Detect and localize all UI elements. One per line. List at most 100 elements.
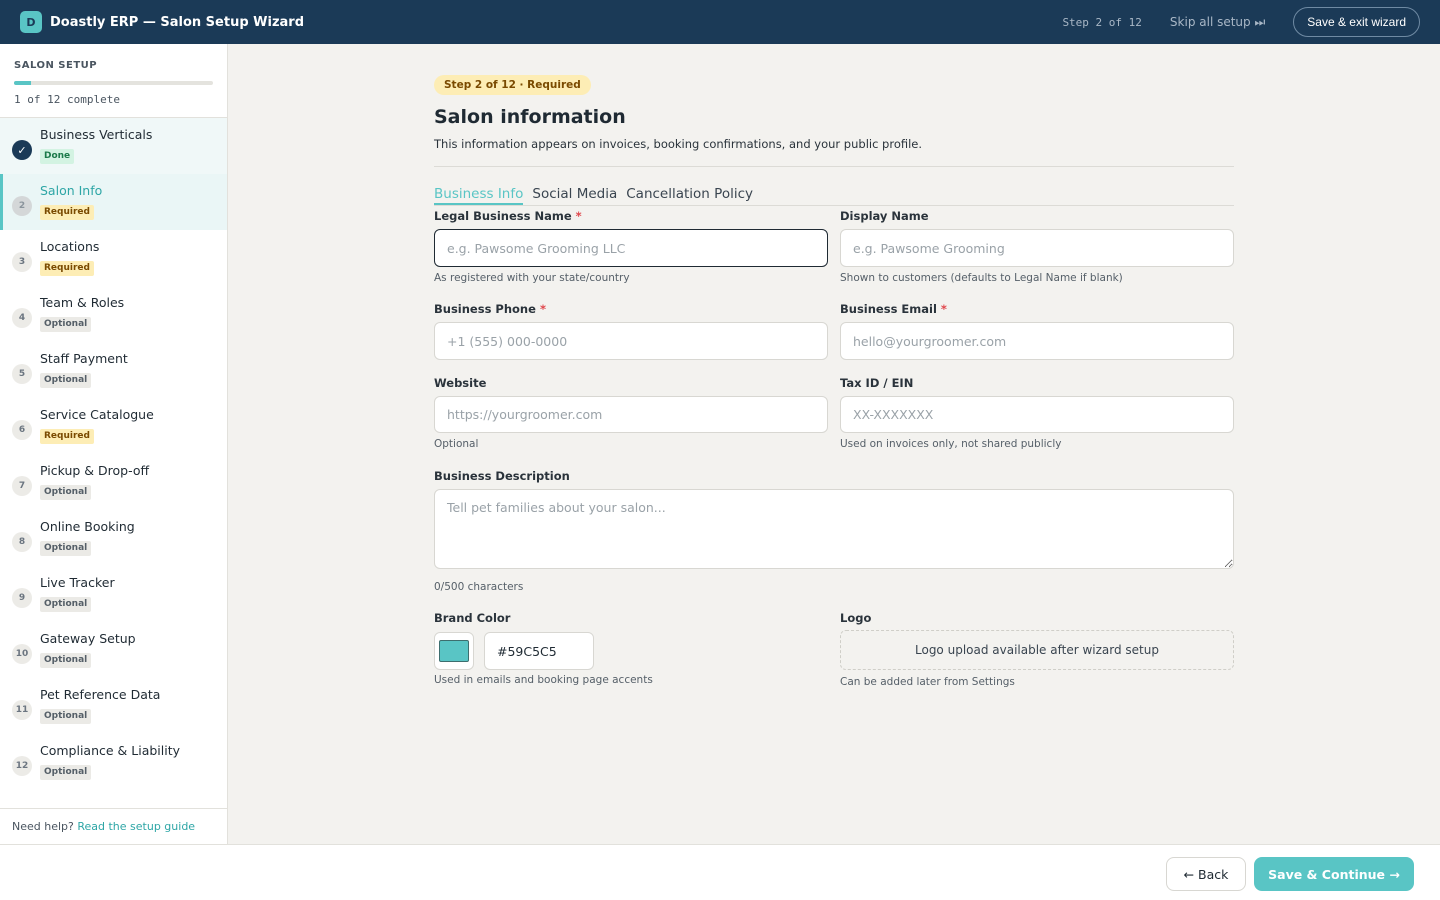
step-body: Team & Roles Optional — [40, 295, 124, 332]
status-badge: Required — [40, 261, 94, 276]
brand-color-picker[interactable] — [434, 632, 474, 670]
sidebar-step-4[interactable]: 4 Team & Roles Optional — [0, 286, 227, 342]
skip-all-setup-link[interactable]: Skip all setup ⏭ — [1170, 15, 1265, 30]
status-badge: Optional — [40, 317, 92, 332]
step-counter: Step 2 of 12 — [1062, 15, 1142, 29]
sidebar: SALON SETUP 1 of 12 complete ✓ Business V… — [0, 44, 228, 844]
step-number: 6 — [12, 420, 32, 440]
status-badge: Optional — [40, 765, 92, 780]
step-label: Business Verticals — [40, 127, 153, 142]
status-badge: Done — [40, 149, 75, 164]
step-number: 10 — [12, 644, 32, 664]
display-name-label: Display Name — [840, 209, 929, 223]
step-number: 11 — [12, 700, 32, 720]
business-phone-input[interactable] — [434, 322, 828, 360]
step-body: Staff Payment Optional — [40, 351, 128, 388]
display-name-help: Shown to customers (defaults to Legal Na… — [840, 272, 1123, 284]
sidebar-step-7[interactable]: 7 Pickup & Drop-off Optional — [0, 454, 227, 510]
brand-color-label: Brand Color — [434, 611, 511, 625]
status-badge: Required — [40, 429, 94, 444]
brand-color-help: Used in emails and booking page accents — [434, 674, 653, 686]
legal-name-label: Legal Business Name * — [434, 209, 582, 223]
legal-name-help: As registered with your state/country — [434, 272, 630, 284]
legal-name-input[interactable] — [434, 229, 828, 267]
step-body: Service Catalogue Required — [40, 407, 154, 444]
step-label: Team & Roles — [40, 295, 125, 310]
description-label: Business Description — [434, 469, 570, 483]
form-tabs: Business Info Social Media Cancellation … — [434, 186, 1234, 206]
email-label: Business Email * — [840, 302, 947, 316]
step-body: Locations Required — [40, 239, 99, 276]
step-number: 12 — [12, 756, 32, 776]
step-label: Pet Reference Data — [40, 687, 161, 702]
setup-progress-fill — [14, 81, 31, 85]
step-body: Compliance & Liability Optional — [40, 743, 180, 780]
sidebar-step-1[interactable]: ✓ Business Verticals Done — [0, 118, 227, 174]
help-prefix: Need help? — [12, 820, 74, 833]
business-email-input[interactable] — [840, 322, 1234, 360]
step-number: 3 — [12, 252, 32, 272]
website-help: Optional — [434, 438, 479, 450]
tab-social-media[interactable]: Social Media — [532, 186, 617, 205]
page-subtitle: This information appears on invoices, bo… — [434, 137, 923, 151]
setup-progress-bar — [14, 81, 213, 85]
step-body: Salon Info Required — [40, 183, 102, 220]
page-title: Salon information — [434, 106, 626, 128]
step-label: Live Tracker — [40, 575, 115, 590]
back-button[interactable]: ← Back — [1166, 857, 1246, 891]
sidebar-step-10[interactable]: 10 Gateway Setup Optional — [0, 622, 227, 678]
app-title: Doastly ERP — Salon Setup Wizard — [50, 14, 305, 30]
business-description-textarea[interactable] — [434, 489, 1234, 569]
step-label: Service Catalogue — [40, 407, 154, 422]
tab-cancellation-policy[interactable]: Cancellation Policy — [626, 186, 753, 205]
display-name-input[interactable] — [840, 229, 1234, 267]
step-body: Live Tracker Optional — [40, 575, 115, 612]
step-pill: Step 2 of 12 · Required — [434, 75, 591, 95]
step-label: Pickup & Drop-off — [40, 463, 150, 478]
sidebar-step-9[interactable]: 9 Live Tracker Optional — [0, 566, 227, 622]
required-mark: * — [940, 302, 947, 316]
step-label: Online Booking — [40, 519, 135, 534]
sidebar-step-11[interactable]: 11 Pet Reference Data Optional — [0, 678, 227, 734]
wizard-footer: ← Back Save & Continue → — [0, 844, 1440, 900]
tax-id-input[interactable] — [840, 396, 1234, 433]
tab-business-info[interactable]: Business Info — [434, 186, 524, 205]
website-input[interactable] — [434, 396, 828, 433]
status-badge: Optional — [40, 597, 92, 612]
header-divider — [434, 166, 1234, 167]
step-label: Staff Payment — [40, 351, 128, 366]
status-badge: Optional — [40, 541, 92, 556]
sidebar-step-12[interactable]: 12 Compliance & Liability Optional — [0, 734, 227, 790]
brand-color-hex-input[interactable] — [484, 632, 594, 670]
required-mark: * — [575, 209, 582, 223]
sidebar-step-5[interactable]: 5 Staff Payment Optional — [0, 342, 227, 398]
step-body: Gateway Setup Optional — [40, 631, 136, 668]
sidebar-step-3[interactable]: 3 Locations Required — [0, 230, 227, 286]
tax-id-help: Used on invoices only, not shared public… — [840, 438, 1062, 450]
sidebar-title: SALON SETUP — [14, 60, 98, 71]
step-label: Compliance & Liability — [40, 743, 181, 758]
step-label: Locations — [40, 239, 100, 254]
step-label: Salon Info — [40, 183, 103, 198]
step-number: 5 — [12, 364, 32, 384]
required-mark: * — [539, 302, 546, 316]
step-number: 8 — [12, 532, 32, 552]
step-number: 9 — [12, 588, 32, 608]
status-badge: Required — [40, 205, 94, 220]
setup-progress-text: 1 of 12 complete — [14, 93, 120, 106]
logo-label: Logo — [840, 611, 872, 625]
setup-guide-link[interactable]: Read the setup guide — [77, 820, 195, 833]
sidebar-step-2[interactable]: 2 Salon Info Required — [0, 174, 227, 230]
sidebar-step-6[interactable]: 6 Service Catalogue Required — [0, 398, 227, 454]
app-logo: D — [20, 11, 42, 33]
status-badge: Optional — [40, 653, 92, 668]
save-exit-wizard-button[interactable]: Save & exit wizard — [1293, 7, 1420, 37]
description-char-counter: 0/500 characters — [434, 581, 524, 593]
step-label: Gateway Setup — [40, 631, 136, 646]
status-badge: Optional — [40, 709, 92, 724]
website-label: Website — [434, 376, 487, 390]
step-number: 7 — [12, 476, 32, 496]
sidebar-step-8[interactable]: 8 Online Booking Optional — [0, 510, 227, 566]
sidebar-help: Need help? Read the setup guide — [0, 808, 227, 844]
save-continue-button[interactable]: Save & Continue → — [1254, 857, 1414, 891]
